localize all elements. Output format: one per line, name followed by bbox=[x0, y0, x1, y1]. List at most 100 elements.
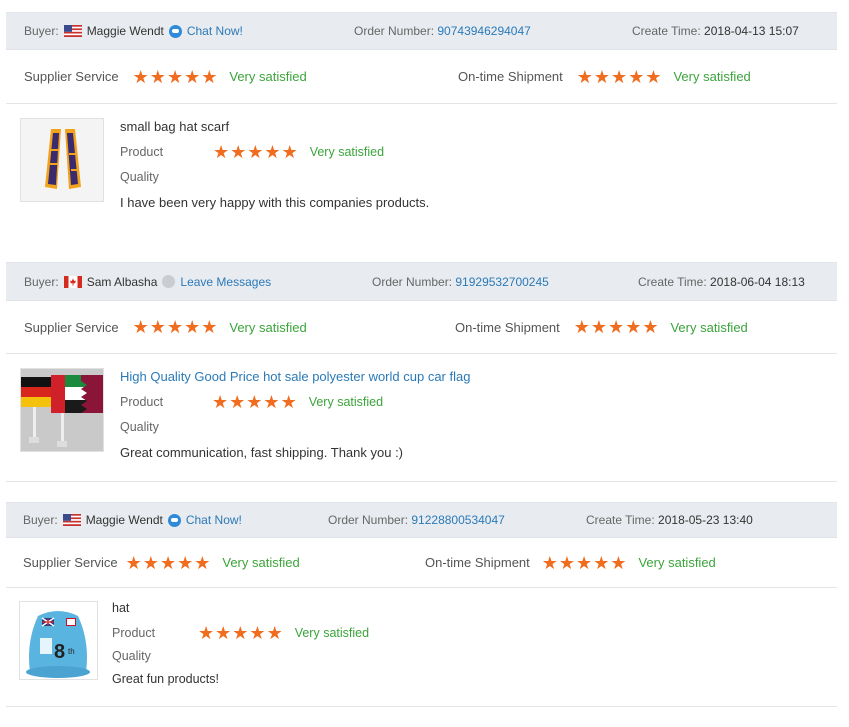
quality-label: Quality bbox=[120, 420, 159, 434]
product-rating: Product ★ ★ ★ ★ ★ Very satisfied bbox=[120, 393, 383, 411]
order-number-label: Order Number: bbox=[354, 24, 435, 38]
star-icon: ★ bbox=[198, 623, 215, 643]
star-icon: ★ bbox=[625, 317, 642, 337]
order-number: Order Number: 90743946294047 bbox=[354, 24, 531, 38]
create-time-value: 2018-06-04 18:13 bbox=[710, 274, 805, 289]
buyer-info: Buyer: Maggie Wendt Chat Now! bbox=[24, 24, 243, 38]
order-number-value[interactable]: 90743946294047 bbox=[437, 24, 530, 38]
buyer-name[interactable]: Maggie Wendt bbox=[87, 24, 164, 38]
product-review: small bag hat scarf Product ★ ★ ★ ★ ★ Very s… bbox=[6, 104, 837, 234]
star-icon: ★ bbox=[177, 552, 194, 573]
buyer-name[interactable]: Maggie Wendt bbox=[86, 513, 163, 527]
canada-flag-icon bbox=[63, 275, 82, 288]
star-icon: ★ bbox=[558, 552, 576, 573]
product-thumbnail[interactable] bbox=[20, 368, 104, 452]
review-header: Buyer: Maggie Wendt Chat Now! Order Numb… bbox=[6, 502, 837, 538]
satisfaction-text: Very satisfied bbox=[673, 69, 751, 84]
buyer-info: Buyer: Sam Albasha Leave Messages bbox=[24, 275, 271, 289]
star-icon: ★ bbox=[610, 552, 627, 573]
chat-now-link[interactable]: Chat Now! bbox=[187, 24, 243, 38]
buyer-label: Buyer: bbox=[24, 274, 59, 289]
star-icon: ★ bbox=[184, 66, 201, 87]
us-flag-icon bbox=[63, 25, 82, 37]
product-label: Product bbox=[112, 626, 156, 640]
product-thumbnail[interactable] bbox=[20, 118, 104, 202]
star-icon: ★ bbox=[642, 317, 659, 337]
star-rating: ★ ★ ★ ★ ★ bbox=[213, 143, 298, 161]
product-rating: Product ★ ★ ★ ★ ★ Very satisfied bbox=[120, 143, 384, 161]
create-time-value: 2018-05-23 13:40 bbox=[658, 513, 753, 527]
star-icon: ★ bbox=[611, 66, 628, 87]
ontime-shipment-label: On-time Shipment bbox=[455, 319, 560, 335]
product-title: small bag hat scarf bbox=[120, 119, 230, 134]
star-rating: ★ ★ ★ ★ ★ bbox=[212, 393, 297, 411]
star-icon: ★ bbox=[628, 66, 645, 87]
product-thumbnail[interactable]: 8 th bbox=[19, 601, 98, 680]
star-icon: ★ bbox=[166, 66, 184, 87]
star-icon: ★ bbox=[573, 317, 590, 337]
star-icon: ★ bbox=[645, 66, 662, 87]
supplier-service-rating: Supplier Service ★ ★ ★ ★ ★ Very satisfied bbox=[23, 554, 300, 572]
satisfaction-text: Very satisfied bbox=[309, 145, 385, 159]
order-number-label: Order Number: bbox=[328, 513, 409, 527]
product-label: Product bbox=[120, 145, 164, 159]
quality-label: Quality bbox=[120, 170, 159, 184]
order-number-value[interactable]: 91228800534047 bbox=[411, 513, 504, 527]
create-time: Create Time: 2018-06-04 18:13 bbox=[638, 275, 805, 289]
star-icon: ★ bbox=[541, 552, 558, 573]
leave-messages-link[interactable]: Leave Messages bbox=[180, 275, 271, 289]
star-icon: ★ bbox=[246, 392, 263, 412]
satisfaction-text: Very satisfied bbox=[222, 555, 300, 570]
review-comment: Great communication, fast shipping. Than… bbox=[120, 445, 404, 460]
star-icon: ★ bbox=[201, 66, 218, 87]
review-header: Buyer: Sam Albasha Leave Messages Order … bbox=[6, 262, 837, 301]
ratings-row: Supplier Service ★ ★ ★ ★ ★ Very satisfied On… bbox=[6, 538, 837, 588]
satisfaction-text: Very satisfied bbox=[229, 319, 307, 335]
star-icon: ★ bbox=[201, 317, 218, 337]
create-time-label: Create Time: bbox=[586, 513, 655, 527]
car-flag-image bbox=[21, 369, 103, 451]
ontime-shipment-label: On-time Shipment bbox=[458, 69, 563, 84]
star-icon: ★ bbox=[264, 142, 281, 162]
buyer-info: Buyer: Maggie Wendt Chat Now! bbox=[23, 513, 242, 527]
star-rating: ★ ★ ★ ★ ★ bbox=[577, 68, 662, 86]
satisfaction-text: Very satisfied bbox=[308, 395, 384, 409]
quality-label: Quality bbox=[112, 649, 151, 663]
star-icon: ★ bbox=[229, 392, 246, 412]
chat-now-link[interactable]: Chat Now! bbox=[186, 513, 242, 527]
product-label: Product bbox=[120, 395, 164, 409]
buyer-name[interactable]: Sam Albasha bbox=[87, 275, 158, 289]
star-icon: ★ bbox=[249, 623, 266, 643]
star-rating: ★ ★ ★ ★ ★ bbox=[542, 554, 627, 572]
star-icon: ★ bbox=[266, 623, 283, 643]
svg-text:th: th bbox=[68, 647, 75, 656]
review-header: Buyer: Maggie Wendt Chat Now! Order Numb… bbox=[6, 12, 837, 50]
message-icon[interactable] bbox=[162, 275, 176, 288]
ratings-row: Supplier Service ★ ★ ★ ★ ★ Very satisfied On… bbox=[6, 301, 837, 354]
star-icon: ★ bbox=[149, 317, 166, 337]
satisfaction-text: Very satisfied bbox=[229, 69, 307, 84]
star-icon: ★ bbox=[212, 392, 229, 412]
scarf-image bbox=[21, 119, 103, 201]
star-icon: ★ bbox=[590, 317, 608, 337]
order-number-label: Order Number: bbox=[372, 274, 453, 289]
product-title-link[interactable]: High Quality Good Price hot sale polyest… bbox=[120, 369, 470, 384]
review-comment: I have been very happy with this compani… bbox=[120, 195, 430, 210]
order-number-value[interactable]: 91929532700245 bbox=[455, 275, 548, 289]
ontime-shipment-rating: On-time Shipment ★ ★ ★ ★ ★ Very satisfied bbox=[458, 68, 751, 86]
star-icon: ★ bbox=[132, 66, 149, 87]
supplier-service-label: Supplier Service bbox=[24, 69, 119, 84]
chat-icon[interactable] bbox=[167, 513, 181, 527]
star-icon: ★ bbox=[247, 142, 264, 162]
star-rating: ★ ★ ★ ★ ★ bbox=[574, 318, 659, 336]
star-icon: ★ bbox=[593, 66, 611, 87]
star-icon: ★ bbox=[213, 142, 230, 162]
star-icon: ★ bbox=[576, 552, 593, 573]
review-comment: Great fun products! bbox=[112, 672, 220, 686]
star-icon: ★ bbox=[232, 623, 249, 643]
order-number: Order Number: 91228800534047 bbox=[328, 513, 505, 527]
star-icon: ★ bbox=[184, 317, 201, 337]
satisfaction-text: Very satisfied bbox=[670, 319, 748, 335]
ontime-shipment-rating: On-time Shipment ★ ★ ★ ★ ★ Very satisfied bbox=[425, 554, 716, 572]
chat-icon[interactable] bbox=[168, 24, 182, 38]
